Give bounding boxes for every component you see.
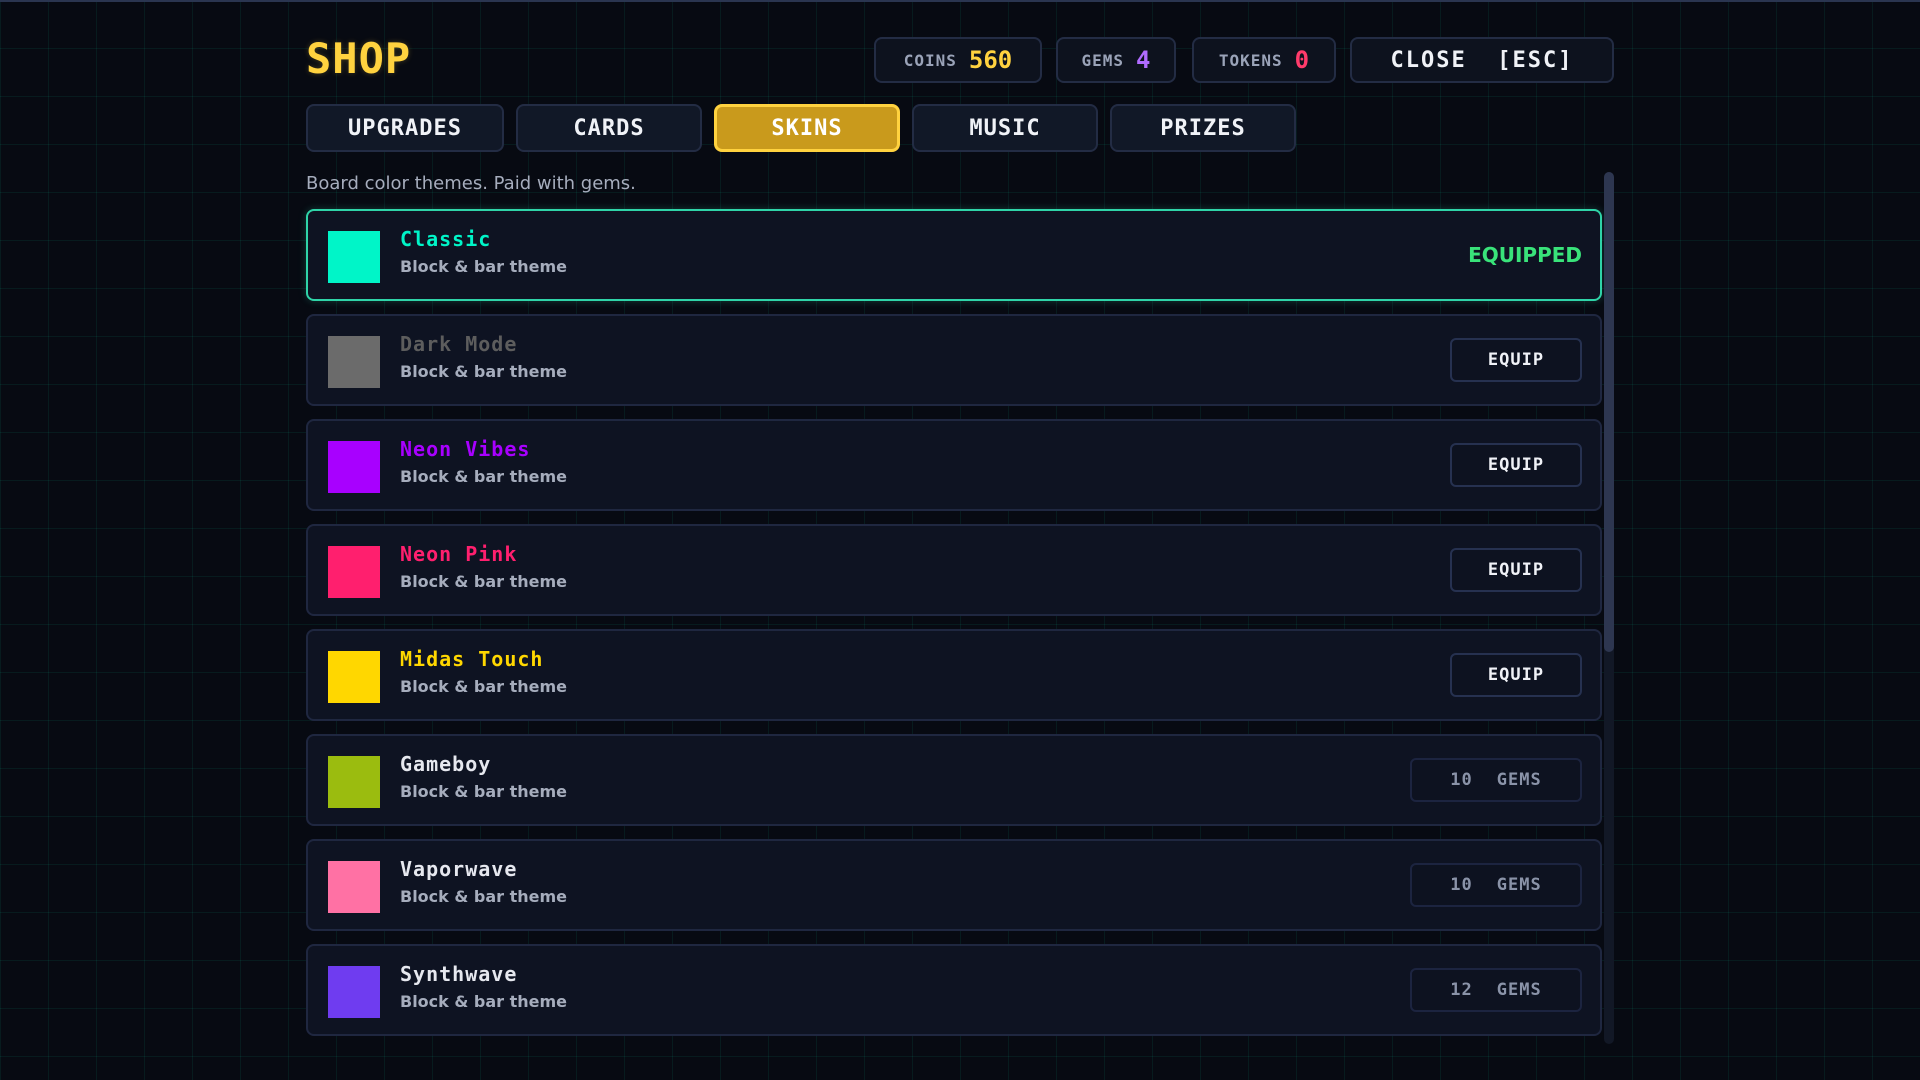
skin-name: Neon Vibes [400,437,531,461]
skin-color-swatch [328,756,380,808]
skin-description: Block & bar theme [400,677,568,696]
tokens-label: TOKENS [1218,50,1283,70]
skin-name: Synthwave [400,962,518,986]
scrollbar-thumb[interactable] [1604,172,1614,652]
skin-name: Midas Touch [400,647,544,671]
tab-upgrades[interactable]: UPGRADES [306,104,504,152]
skin-row-midas-touch: Midas Touch Block & bar theme EQUIP [306,629,1602,721]
skin-name: Classic [400,227,492,251]
price-currency: GEMS [1496,875,1542,895]
skin-row-vaporwave: Vaporwave Block & bar theme 10 GEMS [306,839,1602,931]
skin-description: Block & bar theme [400,257,568,276]
skin-name: Vaporwave [400,857,518,881]
tab-skins[interactable]: SKINS [714,104,900,152]
skin-row-gameboy: Gameboy Block & bar theme 10 GEMS [306,734,1602,826]
price-amount: 10 [1450,770,1473,790]
buy-button[interactable]: 10 GEMS [1410,758,1582,802]
equipped-status: EQUIPPED [1468,243,1582,267]
section-description: Board color themes. Paid with gems. [306,173,636,194]
skin-description: Block & bar theme [400,572,568,591]
skin-color-swatch [328,861,380,913]
skin-color-swatch [328,546,380,598]
skin-description: Block & bar theme [400,467,568,486]
scrollbar-track[interactable] [1604,172,1614,1044]
skin-row-neon-pink: Neon Pink Block & bar theme EQUIP [306,524,1602,616]
price-amount: 10 [1450,875,1473,895]
price-amount: 12 [1450,980,1473,1000]
equip-button[interactable]: EQUIP [1450,653,1582,697]
shop-panel: SHOP COINS 560 GEMS 4 TOKENS 0 CLOSE [ES… [306,0,1614,1080]
buy-button[interactable]: 12 GEMS [1410,968,1582,1012]
skin-color-swatch [328,651,380,703]
tab-prizes[interactable]: PRIZES [1110,104,1296,152]
skin-color-swatch [328,336,380,388]
skin-row-dark-mode: Dark Mode Block & bar theme EQUIP [306,314,1602,406]
gems-label: GEMS [1081,50,1125,70]
equip-button[interactable]: EQUIP [1450,338,1582,382]
skin-name: Gameboy [400,752,492,776]
gems-counter: GEMS 4 [1056,37,1176,83]
skin-row-synthwave: Synthwave Block & bar theme 12 GEMS [306,944,1602,1036]
tab-cards[interactable]: CARDS [516,104,702,152]
close-button[interactable]: CLOSE [ESC] [1350,37,1614,83]
skin-description: Block & bar theme [400,782,568,801]
skin-name: Neon Pink [400,542,518,566]
price-currency: GEMS [1496,770,1542,790]
coins-counter: COINS 560 [874,37,1042,83]
equip-button[interactable]: EQUIP [1450,548,1582,592]
skin-description: Block & bar theme [400,362,568,381]
equip-button[interactable]: EQUIP [1450,443,1582,487]
skin-color-swatch [328,966,380,1018]
gems-value: 4 [1136,46,1151,74]
tokens-value: 0 [1294,46,1310,74]
skin-row-neon-vibes: Neon Vibes Block & bar theme EQUIP [306,419,1602,511]
tab-music[interactable]: MUSIC [912,104,1098,152]
skin-color-swatch [328,231,380,283]
tokens-counter: TOKENS 0 [1192,37,1336,83]
buy-button[interactable]: 10 GEMS [1410,863,1582,907]
skin-description: Block & bar theme [400,887,568,906]
price-currency: GEMS [1496,980,1542,1000]
coins-value: 560 [968,46,1013,74]
coins-label: COINS [903,50,957,70]
skin-row-classic[interactable]: Classic Block & bar theme EQUIPPED [306,209,1602,301]
page-title: SHOP [306,34,412,83]
skin-name: Dark Mode [400,332,518,356]
skin-description: Block & bar theme [400,992,568,1011]
skin-color-swatch [328,441,380,493]
